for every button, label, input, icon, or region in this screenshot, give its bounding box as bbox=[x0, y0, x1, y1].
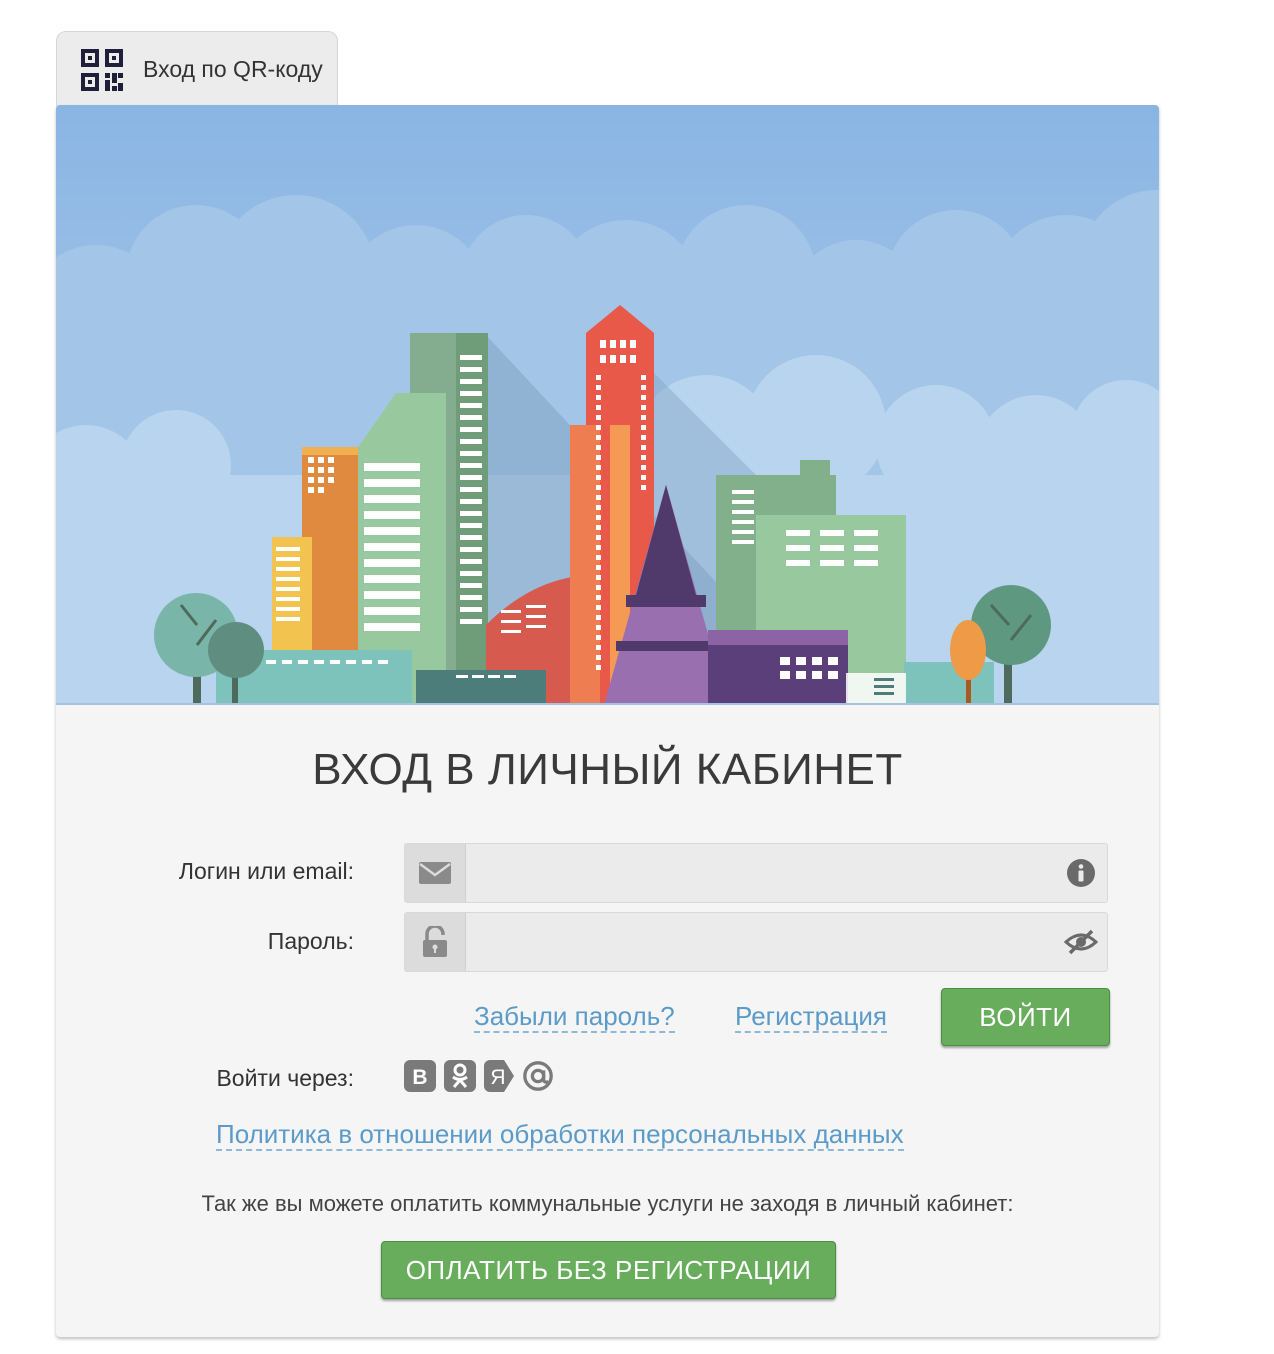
password-input[interactable] bbox=[466, 914, 1055, 970]
page-title: ВХОД В ЛИЧНЫЙ КАБИНЕТ bbox=[312, 745, 903, 794]
qr-tab-label: Вход по QR-коду bbox=[143, 56, 323, 82]
login-submit-button[interactable]: ВОЙТИ bbox=[941, 988, 1110, 1046]
pay-without-registration-button[interactable]: ОПЛАТИТЬ БЕЗ РЕГИСТРАЦИИ bbox=[381, 1241, 836, 1299]
info-icon[interactable] bbox=[1055, 858, 1107, 888]
city-banner-illustration bbox=[56, 105, 1159, 705]
yandex-icon[interactable]: Я bbox=[484, 1060, 516, 1092]
password-input-group bbox=[404, 912, 1108, 972]
unlock-icon bbox=[405, 913, 466, 971]
forgot-password-link[interactable]: Забыли пароль? bbox=[474, 1001, 675, 1033]
pay-without-login-text: Так же вы можете оплатить коммунальные у… bbox=[201, 1191, 1014, 1216]
qr-login-tab[interactable]: Вход по QR-коду bbox=[56, 31, 338, 107]
login-input-group bbox=[404, 843, 1108, 903]
eye-slash-icon[interactable] bbox=[1055, 929, 1107, 955]
register-link[interactable]: Регистрация bbox=[735, 1001, 887, 1033]
mail-at-icon[interactable] bbox=[522, 1060, 554, 1092]
odnoklassniki-icon[interactable] bbox=[444, 1060, 476, 1092]
login-input[interactable] bbox=[466, 845, 1055, 901]
login-label: Логин или email: bbox=[178, 858, 354, 884]
envelope-icon bbox=[405, 844, 466, 902]
login-card: ВХОД В ЛИЧНЫЙ КАБИНЕТ Логин или email: П… bbox=[56, 105, 1159, 1337]
qr-code-icon bbox=[81, 48, 123, 91]
social-login-label: Войти через: bbox=[216, 1065, 354, 1091]
password-label: Пароль: bbox=[267, 928, 354, 954]
vk-icon[interactable]: В bbox=[404, 1060, 436, 1092]
svg-text:В: В bbox=[412, 1066, 427, 1089]
privacy-policy-link[interactable]: Политика в отношении обработки персональ… bbox=[216, 1119, 904, 1151]
svg-text:Я: Я bbox=[490, 1066, 505, 1089]
